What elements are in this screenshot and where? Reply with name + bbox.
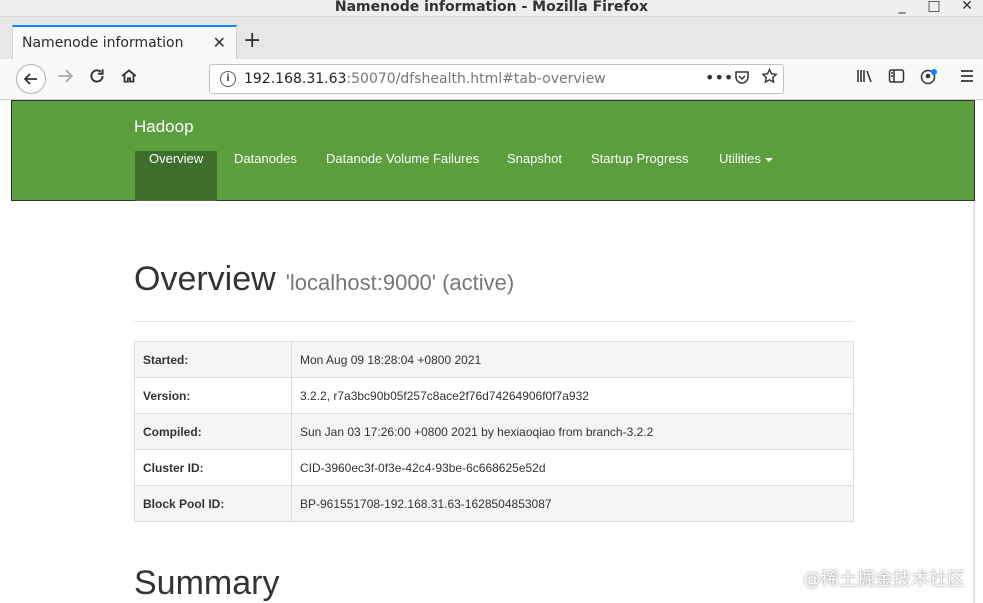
url-host: 192.168.31.63 bbox=[244, 71, 347, 87]
reload-icon[interactable] bbox=[88, 67, 106, 90]
heading-divider bbox=[134, 321, 854, 322]
row-value: CID-3960ec3f-0f3e-42c4-93be-6c668625e52d bbox=[291, 449, 854, 486]
nav-snapshot[interactable]: Snapshot bbox=[493, 151, 576, 201]
table-row: Version: 3.2.2, r7a3bc90b05f257c8ace2f76… bbox=[134, 377, 854, 414]
row-value: BP-961551708-192.168.31.63-1628504853087 bbox=[291, 485, 854, 522]
tab-namenode-information[interactable]: Namenode information ✕ bbox=[12, 25, 237, 59]
row-key: Block Pool ID: bbox=[134, 485, 292, 522]
table-row: Cluster ID: CID-3960ec3f-0f3e-42c4-93be-… bbox=[134, 449, 854, 486]
hadoop-brand[interactable]: Hadoop bbox=[134, 117, 194, 137]
nav-datanode-volume-failures[interactable]: Datanode Volume Failures bbox=[312, 151, 493, 201]
maximize-button[interactable]: □ bbox=[925, 0, 943, 16]
minimize-button[interactable]: _ bbox=[893, 0, 911, 16]
star-icon[interactable] bbox=[761, 67, 778, 89]
tab-close-icon[interactable]: ✕ bbox=[213, 33, 226, 52]
window-close-button[interactable]: ✕ bbox=[958, 0, 976, 16]
info-icon[interactable]: i bbox=[220, 71, 236, 87]
row-key: Cluster ID: bbox=[134, 449, 292, 486]
new-tab-button[interactable]: + bbox=[243, 29, 261, 53]
overview-info-table: Started: Mon Aug 09 18:28:04 +0800 2021 … bbox=[134, 341, 854, 522]
url-text[interactable]: 192.168.31.63:50070/dfshealth.html#tab-o… bbox=[244, 71, 606, 87]
sidebar-icon[interactable] bbox=[888, 68, 905, 88]
watermark-text: @稀土掘金技术社区 bbox=[803, 569, 965, 590]
caret-down-icon bbox=[764, 157, 773, 162]
home-icon[interactable] bbox=[120, 67, 138, 90]
overview-host: 'localhost:9000' (active) bbox=[285, 270, 515, 295]
navigation-toolbar: i 192.168.31.63:50070/dfshealth.html#tab… bbox=[0, 59, 983, 100]
overview-heading: Overview 'localhost:9000' (active) bbox=[134, 260, 514, 299]
hamburger-menu-icon[interactable] bbox=[959, 68, 975, 87]
back-arrow-icon[interactable] bbox=[16, 64, 46, 94]
table-row: Compiled: Sun Jan 03 17:26:00 +0800 2021… bbox=[134, 413, 854, 450]
tab-strip: Namenode information ✕ + bbox=[0, 17, 983, 59]
window-title: Namenode information - Mozilla Firefox bbox=[334, 0, 649, 15]
hadoop-navbar: Hadoop Overview Datanodes Datanode Volum… bbox=[11, 100, 975, 201]
url-bar[interactable]: i 192.168.31.63:50070/dfshealth.html#tab… bbox=[209, 64, 784, 94]
url-path: :50070/dfshealth.html#tab-overview bbox=[346, 71, 606, 87]
nav-datanodes[interactable]: Datanodes bbox=[220, 151, 311, 201]
forward-arrow-icon[interactable] bbox=[56, 67, 74, 90]
nav-overview[interactable]: Overview bbox=[135, 151, 218, 201]
nav-startup-progress[interactable]: Startup Progress bbox=[577, 151, 703, 201]
page-actions-icon[interactable]: ••• bbox=[705, 68, 733, 87]
account-icon[interactable] bbox=[920, 68, 938, 90]
window-titlebar: Namenode information - Mozilla Firefox _… bbox=[0, 0, 983, 17]
row-key: Started: bbox=[134, 341, 292, 378]
row-key: Version: bbox=[134, 377, 292, 414]
row-value: Mon Aug 09 18:28:04 +0800 2021 bbox=[291, 341, 854, 378]
row-key: Compiled: bbox=[134, 413, 292, 450]
page-scrollbar[interactable] bbox=[973, 201, 975, 603]
tab-label: Namenode information bbox=[22, 35, 184, 51]
overview-title: Overview bbox=[134, 260, 276, 298]
summary-heading: Summary bbox=[134, 564, 280, 602]
table-row: Started: Mon Aug 09 18:28:04 +0800 2021 bbox=[134, 341, 854, 378]
nav-utilities-label: Utilities bbox=[719, 151, 761, 166]
row-value: Sun Jan 03 17:26:00 +0800 2021 by hexiao… bbox=[291, 413, 854, 450]
page-viewport: Hadoop Overview Datanodes Datanode Volum… bbox=[11, 100, 975, 603]
row-value: 3.2.2, r7a3bc90b05f257c8ace2f76d74264906… bbox=[291, 377, 854, 414]
pocket-icon[interactable] bbox=[734, 69, 750, 89]
table-row: Block Pool ID: BP-961551708-192.168.31.6… bbox=[134, 485, 854, 522]
nav-utilities[interactable]: Utilities bbox=[705, 151, 787, 201]
library-icon[interactable] bbox=[856, 68, 874, 88]
